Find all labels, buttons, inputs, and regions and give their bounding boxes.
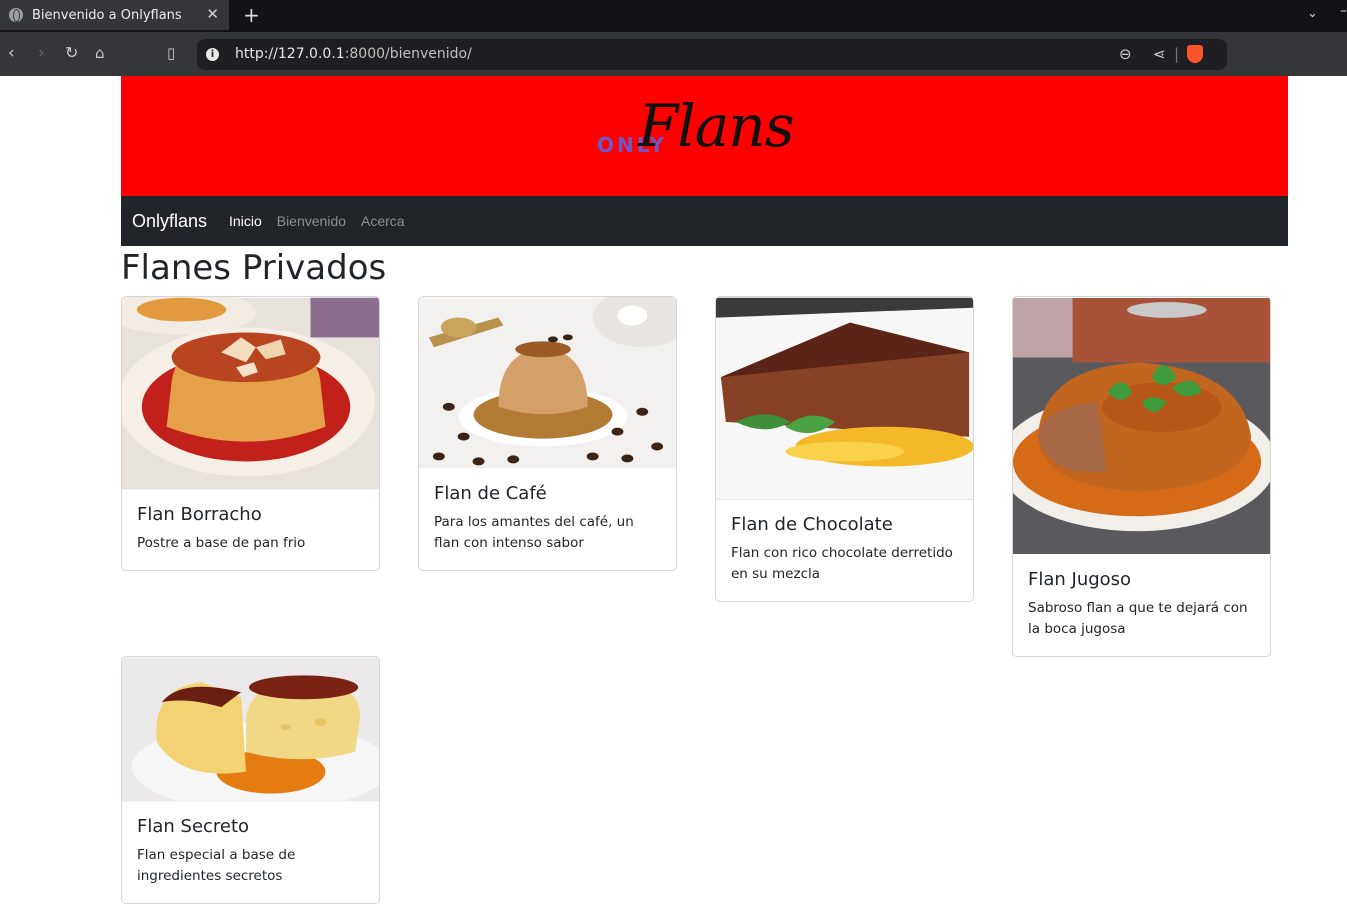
url-host: http://127.0.0.1 (235, 46, 345, 62)
flan-jugoso-image (1013, 297, 1270, 555)
reload-icon[interactable]: ↻ (65, 43, 78, 63)
card-title: Flan de Chocolate (731, 514, 893, 535)
card-flan-secreto[interactable]: Flan Secreto Flan especial a base de ing… (121, 656, 380, 904)
page: ONLY Flans Onlyflans Inicio Bienvenido A… (0, 76, 1347, 904)
flan-de-chocolate-image (716, 297, 973, 500)
nav-link-inicio[interactable]: Inicio (229, 213, 262, 229)
zoom-icon[interactable]: ⊖ (1119, 45, 1132, 63)
card-description: Postre a base de pan frio (137, 535, 306, 551)
browser-tab[interactable]: Bienvenido a Onlyflans ✕ (0, 0, 229, 30)
chevron-down-icon[interactable]: ⌄ (1307, 6, 1318, 21)
card-description: Flan especial a base de ingredientes sec… (137, 847, 296, 884)
card-description: Sabroso flan a que te dejará con la boca… (1028, 600, 1248, 637)
brave-shield-icon[interactable] (1187, 45, 1203, 63)
browser-tab-bar: Bienvenido a Onlyflans ✕ + ⌄ – (0, 0, 1347, 32)
url-text[interactable]: http://127.0.0.1:8000/bienvenido/ (235, 46, 472, 62)
address-bar[interactable]: i http://127.0.0.1:8000/bienvenido/ ⊖ ⋖ … (197, 39, 1227, 70)
card-title: Flan de Café (434, 483, 547, 504)
card-flan-borracho[interactable]: Flan Borracho Postre a base de pan frio (121, 296, 380, 571)
card-description: Flan con rico chocolate derretido en su … (731, 545, 953, 582)
navbar-brand[interactable]: Onlyflans (132, 211, 207, 232)
nav-link-acerca[interactable]: Acerca (361, 213, 405, 229)
divider: | (1174, 45, 1180, 63)
new-tab-icon[interactable]: + (243, 3, 260, 27)
tab-title: Bienvenido a Onlyflans (32, 7, 182, 23)
navbar: Onlyflans Inicio Bienvenido Acerca (121, 196, 1288, 246)
logo-flans-text: Flans (638, 92, 794, 160)
card-flan-jugoso[interactable]: Flan Jugoso Sabroso flan a que te dejará… (1012, 296, 1271, 657)
card-title: Flan Borracho (137, 504, 262, 525)
flan-borracho-image (122, 297, 379, 490)
card-title: Flan Secreto (137, 816, 250, 837)
minimize-icon[interactable]: – (1340, 3, 1347, 19)
info-icon[interactable]: i (206, 48, 219, 61)
back-icon[interactable]: ‹ (8, 43, 15, 63)
forward-icon[interactable]: › (38, 43, 45, 63)
card-flan-de-cafe[interactable]: Flan de Café Para los amantes del café, … (418, 296, 677, 571)
bookmark-icon[interactable]: ▯ (167, 43, 175, 63)
home-icon[interactable]: ⌂ (95, 43, 105, 63)
card-flan-de-chocolate[interactable]: Flan de Chocolate Flan con rico chocolat… (715, 296, 974, 602)
url-path: :8000/bienvenido/ (344, 46, 472, 62)
flan-secreto-image (122, 657, 379, 802)
header-banner: ONLY Flans (121, 76, 1288, 196)
nav-link-bienvenido[interactable]: Bienvenido (277, 213, 346, 229)
card-description: Para los amantes del café, un flan con i… (434, 514, 634, 551)
flan-de-cafe-image (419, 297, 676, 469)
page-title: Flanes Privados (121, 248, 387, 288)
share-icon[interactable]: ⋖ (1153, 45, 1166, 63)
close-tab-icon[interactable]: ✕ (206, 5, 219, 23)
card-title: Flan Jugoso (1028, 569, 1132, 590)
globe-icon (9, 8, 23, 22)
